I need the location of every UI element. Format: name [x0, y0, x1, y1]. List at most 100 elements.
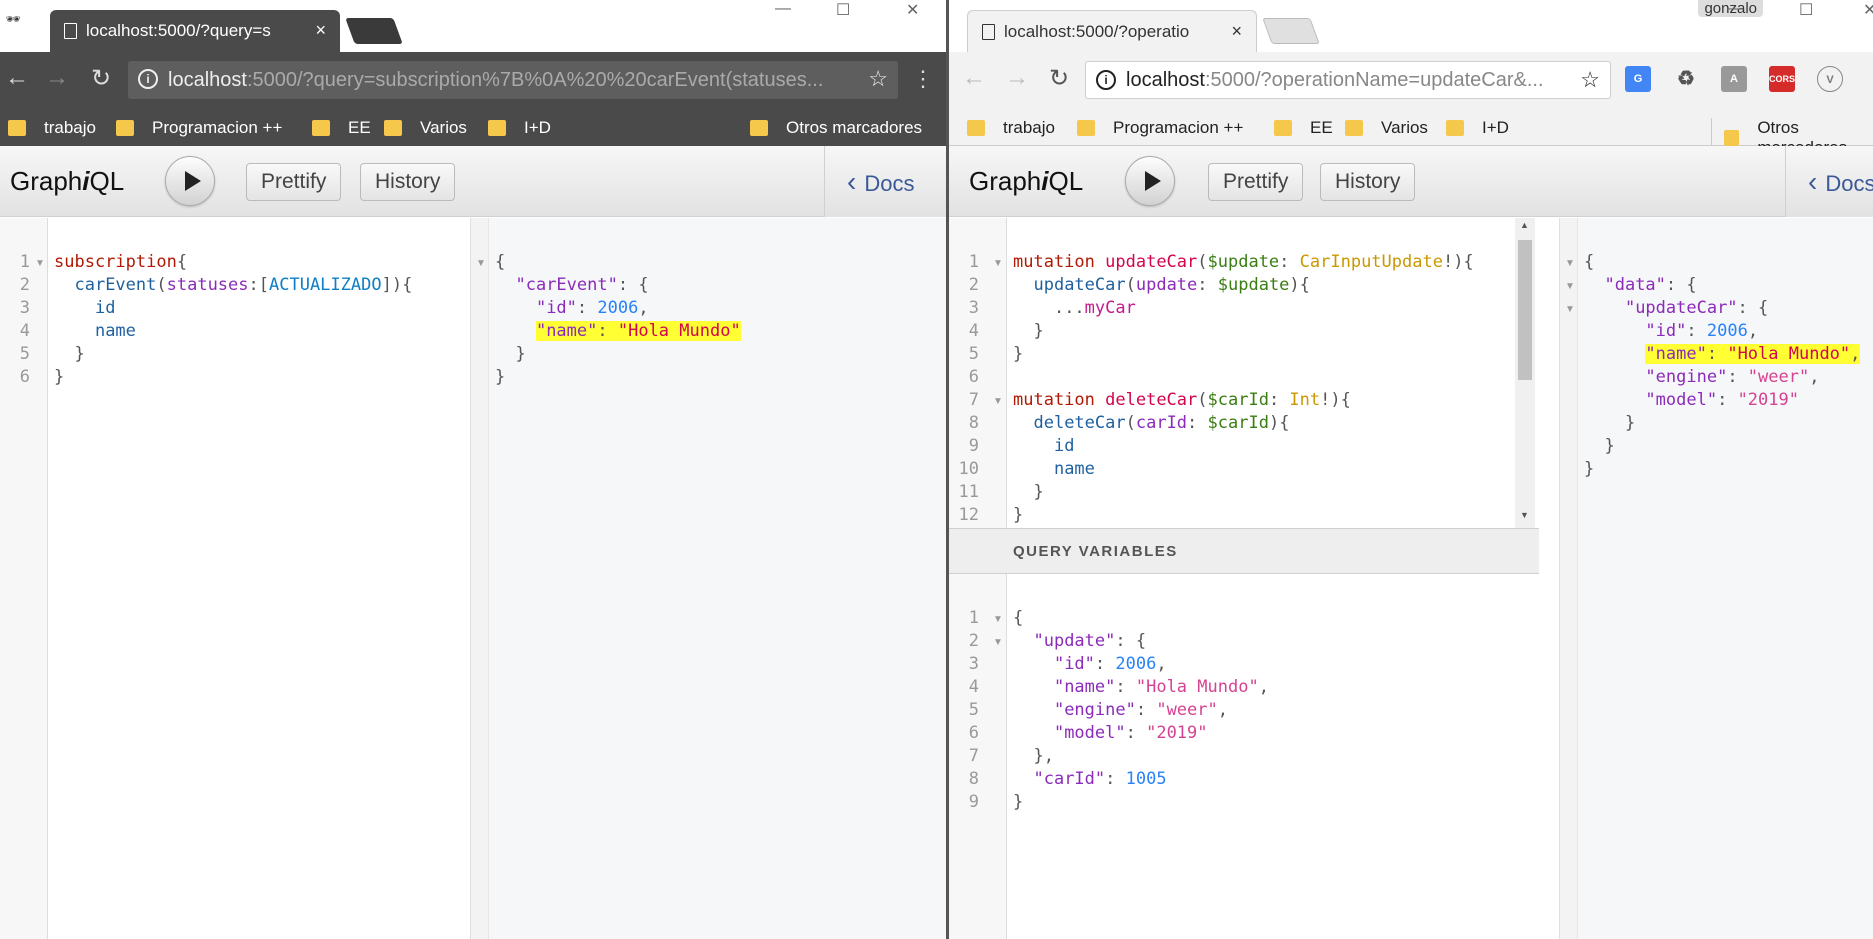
- menu-icon[interactable]: ⋮: [912, 66, 934, 92]
- fold-arrow-icon[interactable]: ▼: [993, 396, 1003, 407]
- execute-query-button[interactable]: [165, 156, 215, 206]
- bookmark-folder[interactable]: trabajo: [967, 118, 1055, 138]
- fold-arrow-icon[interactable]: ▼: [476, 258, 486, 269]
- chevron-left-icon: ‹: [1808, 166, 1818, 197]
- bookmark-label: trabajo: [44, 118, 96, 137]
- folder-icon: [1077, 120, 1095, 136]
- query-editor[interactable]: 12345678910111213 ▼ ▼ mutation updateCar…: [949, 218, 1539, 528]
- browser-tab[interactable]: localhost:5000/?query=s ×: [50, 10, 340, 52]
- forward-icon[interactable]: →: [1002, 64, 1032, 92]
- fold-arrow-icon[interactable]: ▼: [1565, 304, 1575, 315]
- graphiql-logo: GraphiQL: [969, 166, 1084, 196]
- translate-extension-icon[interactable]: G: [1625, 66, 1651, 92]
- fold-arrow-icon[interactable]: ▼: [993, 258, 1003, 269]
- other-bookmarks[interactable]: Otros marcadores: [750, 118, 922, 138]
- highlighted-name-field: "name": "Hola Mundo": [535, 321, 741, 341]
- tab-strip: 🕶 localhost:5000/?query=s × — ☐ ✕: [0, 0, 946, 52]
- bookmark-folder[interactable]: Programacion ++: [1077, 118, 1243, 138]
- bookmark-folder[interactable]: I+D: [488, 118, 551, 138]
- bookmark-folder[interactable]: trabajo: [8, 118, 96, 138]
- tab-close-icon[interactable]: ×: [1231, 21, 1242, 42]
- minimize-button[interactable]: —: [1727, 0, 1743, 18]
- bookmark-star-icon[interactable]: ☆: [1580, 67, 1600, 93]
- url-host: localhost: [168, 68, 247, 91]
- bookmarks-bar: trabajo Programacion ++ EE Varios I+D Ot…: [0, 108, 946, 146]
- pdf-extension-icon[interactable]: A: [1721, 66, 1747, 92]
- highlighted-name-field: "name": "Hola Mundo",: [1645, 344, 1861, 364]
- folder-icon: [488, 120, 506, 136]
- bookmark-folder[interactable]: EE: [312, 118, 371, 138]
- reload-icon[interactable]: ↻: [86, 64, 116, 93]
- close-window-button[interactable]: ✕: [1863, 0, 1873, 20]
- maximize-button[interactable]: ☐: [836, 0, 850, 20]
- browser-toolbar: ← → ↻ i localhost:5000/?operationName=up…: [949, 52, 1873, 108]
- prettify-button[interactable]: Prettify: [1208, 163, 1304, 201]
- fold-arrow-icon[interactable]: ▼: [1565, 258, 1575, 269]
- folder-icon: [384, 120, 402, 136]
- reload-icon[interactable]: ↻: [1044, 64, 1074, 93]
- bookmark-label: I+D: [1482, 118, 1509, 137]
- bookmark-folder[interactable]: EE: [1274, 118, 1333, 138]
- forward-icon[interactable]: →: [42, 64, 72, 92]
- v-extension-icon[interactable]: V: [1817, 66, 1843, 92]
- query-editor[interactable]: 123456 ▼ subscription{ carEvent(statuses…: [0, 218, 470, 939]
- scroll-up-icon[interactable]: ▲: [1520, 220, 1529, 230]
- fold-arrow-icon[interactable]: ▼: [35, 258, 45, 269]
- history-button[interactable]: History: [1320, 163, 1416, 201]
- info-icon[interactable]: i: [138, 69, 158, 89]
- bookmark-label: Programacion ++: [152, 118, 283, 137]
- url-host: localhost: [1126, 68, 1205, 91]
- browser-toolbar: ← → ↻ i localhost:5000/?query=subscripti…: [0, 52, 946, 108]
- query-variables-header[interactable]: QUERY VARIABLES: [949, 528, 1539, 574]
- docs-button[interactable]: ‹ Docs: [1785, 146, 1873, 217]
- editor-scrollbar[interactable]: ▲ ▼: [1515, 218, 1535, 528]
- recycle-extension-icon[interactable]: ♻: [1673, 66, 1699, 92]
- docs-button[interactable]: ‹ Docs: [824, 146, 946, 217]
- folder-icon: [312, 120, 330, 136]
- bookmark-label: EE: [348, 118, 371, 137]
- execute-query-button[interactable]: [1125, 156, 1175, 206]
- folder-icon: [750, 120, 768, 136]
- tab-close-icon[interactable]: ×: [315, 20, 326, 41]
- fold-arrow-icon[interactable]: ▼: [993, 614, 1003, 625]
- browser-tab[interactable]: localhost:5000/?operatio ×: [967, 10, 1257, 52]
- prettify-button[interactable]: Prettify: [246, 163, 342, 201]
- scrollbar-thumb[interactable]: [1518, 240, 1532, 380]
- back-icon[interactable]: ←: [959, 64, 989, 92]
- address-bar[interactable]: i localhost:5000/?operationName=updateCa…: [1085, 61, 1611, 99]
- cors-extension-icon[interactable]: CORS: [1769, 66, 1795, 92]
- back-icon[interactable]: ←: [2, 64, 32, 92]
- result-code: { "data": { "updateCar": { "id": 2006, "…: [1584, 252, 1861, 479]
- bookmark-folder[interactable]: Programacion ++: [116, 118, 282, 138]
- address-bar[interactable]: i localhost:5000/?query=subscription%7B%…: [128, 61, 898, 99]
- result-code: { "carEvent": { "id": 2006, "name": "Hol…: [495, 252, 741, 387]
- tab-title: localhost:5000/?operatio: [1004, 21, 1190, 41]
- bookmark-label: Varios: [420, 118, 467, 137]
- bookmark-label: Varios: [1381, 118, 1428, 137]
- info-icon[interactable]: i: [1096, 70, 1116, 90]
- page-icon: [982, 24, 995, 40]
- bookmark-label: trabajo: [1003, 118, 1055, 137]
- close-window-button[interactable]: ✕: [906, 0, 919, 20]
- fold-arrow-icon[interactable]: ▼: [993, 637, 1003, 648]
- new-tab-button[interactable]: [345, 18, 403, 44]
- graphiql-logo: GraphiQL: [10, 166, 125, 196]
- bookmark-star-icon[interactable]: ☆: [868, 66, 888, 92]
- bookmark-folder[interactable]: I+D: [1446, 118, 1509, 138]
- folder-icon: [116, 120, 134, 136]
- minimize-button[interactable]: —: [775, 0, 791, 18]
- query-variables-editor[interactable]: 123456789 ▼ ▼ { "update": { "id": 2006, …: [949, 574, 1539, 939]
- url-path: :5000/?operationName=updateCar&...: [1204, 68, 1544, 91]
- tab-title: localhost:5000/?query=s: [86, 21, 271, 40]
- fold-arrow-icon[interactable]: ▼: [1565, 281, 1575, 292]
- result-gutter: [1560, 218, 1578, 939]
- scroll-down-icon[interactable]: ▼: [1520, 510, 1529, 520]
- bookmark-folder[interactable]: Varios: [1345, 118, 1428, 138]
- folder-icon: [1724, 130, 1740, 146]
- graphiql-app: GraphiQL Prettify History ‹ Docs 123456 ▼…: [0, 146, 946, 939]
- maximize-button[interactable]: ☐: [1799, 0, 1813, 20]
- new-tab-button[interactable]: [1262, 18, 1320, 44]
- history-button[interactable]: History: [360, 163, 456, 201]
- bookmark-folder[interactable]: Varios: [384, 118, 467, 138]
- graphiql-topbar: GraphiQL Prettify History ‹ Docs: [0, 146, 946, 217]
